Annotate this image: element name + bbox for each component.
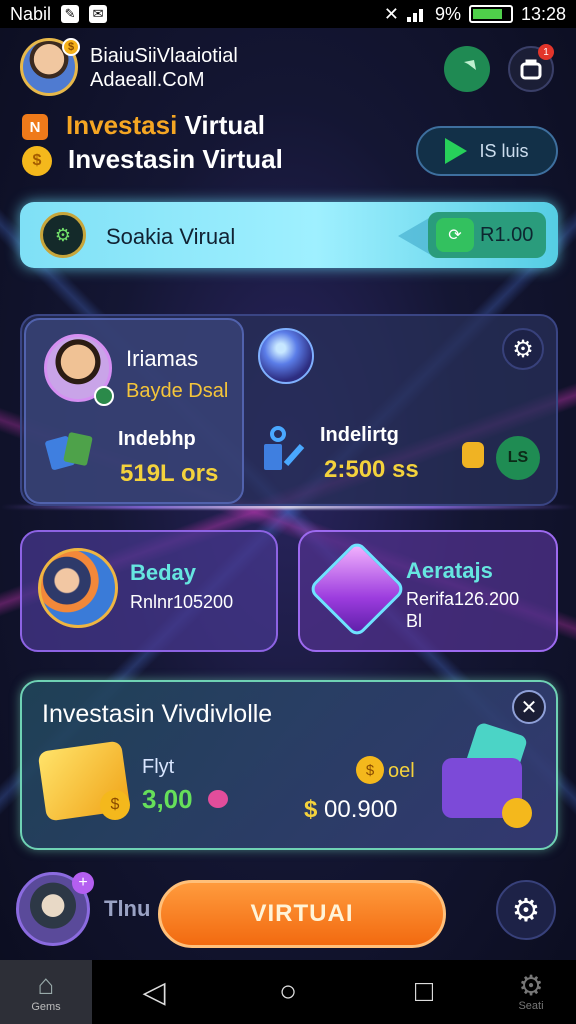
pink-gem-icon xyxy=(208,790,228,808)
gem-subtitle2: Bl xyxy=(406,611,423,631)
gear-icon: ⚙ xyxy=(512,335,534,363)
plus-icon[interactable]: + xyxy=(72,872,94,894)
home-icon: ⌂ xyxy=(37,969,55,1000)
notification-badge: 1 xyxy=(538,44,554,60)
nav-settings-label: Seati xyxy=(518,1000,544,1012)
share-icon xyxy=(458,60,476,78)
play-button[interactable]: IS luis xyxy=(416,126,558,176)
dollar-coin-icon: $ xyxy=(100,790,130,820)
mute-icon: ✕ xyxy=(383,3,399,24)
settings-button[interactable]: ⚙ xyxy=(496,880,556,940)
close-icon: ✕ xyxy=(520,696,538,719)
share-button[interactable] xyxy=(444,46,490,92)
battery-percent: 9% xyxy=(434,3,461,24)
play-label: IS luis xyxy=(479,140,529,161)
gem-subtitle: Rerifa126.200 Bl xyxy=(406,588,519,632)
offer-label2: oel xyxy=(388,760,415,782)
stat2-label: Indelirtg xyxy=(320,424,399,446)
virtual-cta-button[interactable]: VIRTUAI xyxy=(158,880,446,948)
orb-icon xyxy=(258,328,314,384)
home-button[interactable]: ○ xyxy=(270,974,306,1010)
balance-banner[interactable]: ⚙ Soakia Virual ⟳ R1.00 xyxy=(20,202,558,268)
close-button[interactable]: ✕ xyxy=(512,690,546,724)
stat2-value: 2:500 ss xyxy=(324,456,419,483)
cards-icon xyxy=(45,432,93,470)
carrier-label: Nabil xyxy=(10,3,52,24)
profile-card[interactable]: Iriamas Bayde Dsal Indebhp 519L ors ⚙ In… xyxy=(20,314,558,506)
status-bar: Nabil ✎ ✉ ✕ 9% 13:28 xyxy=(0,0,576,28)
team-title: Beday xyxy=(130,560,197,585)
offer-value2: $ 00.900 xyxy=(304,796,397,824)
team-avatar xyxy=(38,548,118,628)
verified-icon xyxy=(94,386,114,406)
coin-badge-icon: $ xyxy=(62,38,80,56)
refresh-coin-icon: ⟳ xyxy=(436,218,474,252)
offer-value2-amount: 00.900 xyxy=(324,796,398,823)
settings-icon: ⚙ xyxy=(518,970,544,1001)
gem-title: Aeratajs xyxy=(406,558,493,583)
back-icon: ◁ xyxy=(142,975,166,1009)
bag-icon xyxy=(520,59,542,80)
intro-line1: N Investasi Virtual xyxy=(22,110,265,141)
profile-subtitle: Bayde Dsal xyxy=(126,380,229,402)
stat1-label: Indebhp xyxy=(118,428,196,450)
coin-icon-2: $ xyxy=(356,756,384,784)
message-icon: ✉ xyxy=(89,5,108,23)
treasure-chest-icon xyxy=(432,721,532,828)
gear-icon: ⚙ xyxy=(511,892,541,928)
stat1-value: 519L ors xyxy=(120,460,219,487)
gem-card[interactable]: Aeratajs Rerifa126.200 Bl xyxy=(298,530,558,652)
app-title-line1: BiaiuSiiVlaaiotial xyxy=(90,45,238,67)
profile-name: Iriamas xyxy=(126,346,199,371)
app-title-line2: Adaeall.CoM xyxy=(90,69,205,91)
gold-bag-icon xyxy=(462,442,484,468)
profile-panel: Iriamas Bayde Dsal Indebhp 519L ors xyxy=(24,318,244,504)
nav-settings[interactable]: ⚙ Seati xyxy=(496,960,566,1024)
play-icon xyxy=(445,138,468,164)
gem-icon xyxy=(307,539,407,639)
back-button[interactable]: ◁ xyxy=(136,974,172,1010)
team-subtitle: Rnlnr105200 xyxy=(130,592,234,612)
square-icon: □ xyxy=(414,975,434,1008)
circle-icon: ○ xyxy=(278,975,298,1008)
ls-badge[interactable]: LS xyxy=(496,436,540,480)
clock: 13:28 xyxy=(520,3,566,24)
invest-icon: N xyxy=(22,114,48,141)
coin-icon: $ xyxy=(22,146,52,177)
offer-title: Investasin Vivdivlolle xyxy=(42,700,273,728)
signal-icon xyxy=(406,6,427,22)
app-title: BiaiuSiiVlaaiotial Adaeall.CoM xyxy=(90,44,238,92)
balance-pill[interactable]: ⟳ R1.00 xyxy=(428,212,546,258)
offer-label1: Flyt xyxy=(142,756,175,778)
tools-icon xyxy=(264,426,305,470)
intro-line2-text: Investasin Virtual xyxy=(68,144,283,174)
nav-home-label: Gems xyxy=(31,1001,61,1013)
balance-value: R1.00 xyxy=(480,223,534,246)
gem-subtitle1: Rerifa126.200 xyxy=(406,589,520,609)
recents-button[interactable]: □ xyxy=(406,974,442,1010)
system-nav-bar: ⌂ Gems ◁ ○ □ ⚙ Seati xyxy=(0,960,576,1024)
offer-value1: 3,00 xyxy=(142,784,193,814)
intro-line2: $ Investasin Virtual xyxy=(22,144,283,177)
offer-card[interactable]: Investasin Vivdivlolle ✕ $ Flyt 3,00 $ o… xyxy=(20,680,558,850)
card-settings-button[interactable]: ⚙ xyxy=(502,328,544,370)
banner-label: Soakia Virual xyxy=(106,224,236,249)
chip-icon: ⚙ xyxy=(40,212,86,258)
bottom-side-label: Tlnu xyxy=(104,896,151,921)
intro-line1-suffix: Virtual xyxy=(184,110,265,140)
team-card[interactable]: Beday Rnlnr105200 xyxy=(20,530,278,652)
edit-icon: ✎ xyxy=(61,5,80,23)
nav-home[interactable]: ⌂ Gems xyxy=(0,960,92,1024)
offer-dollar-sign: $ xyxy=(304,796,318,823)
battery-icon xyxy=(468,5,513,23)
intro-line1-prefix: Investasi xyxy=(66,110,178,140)
